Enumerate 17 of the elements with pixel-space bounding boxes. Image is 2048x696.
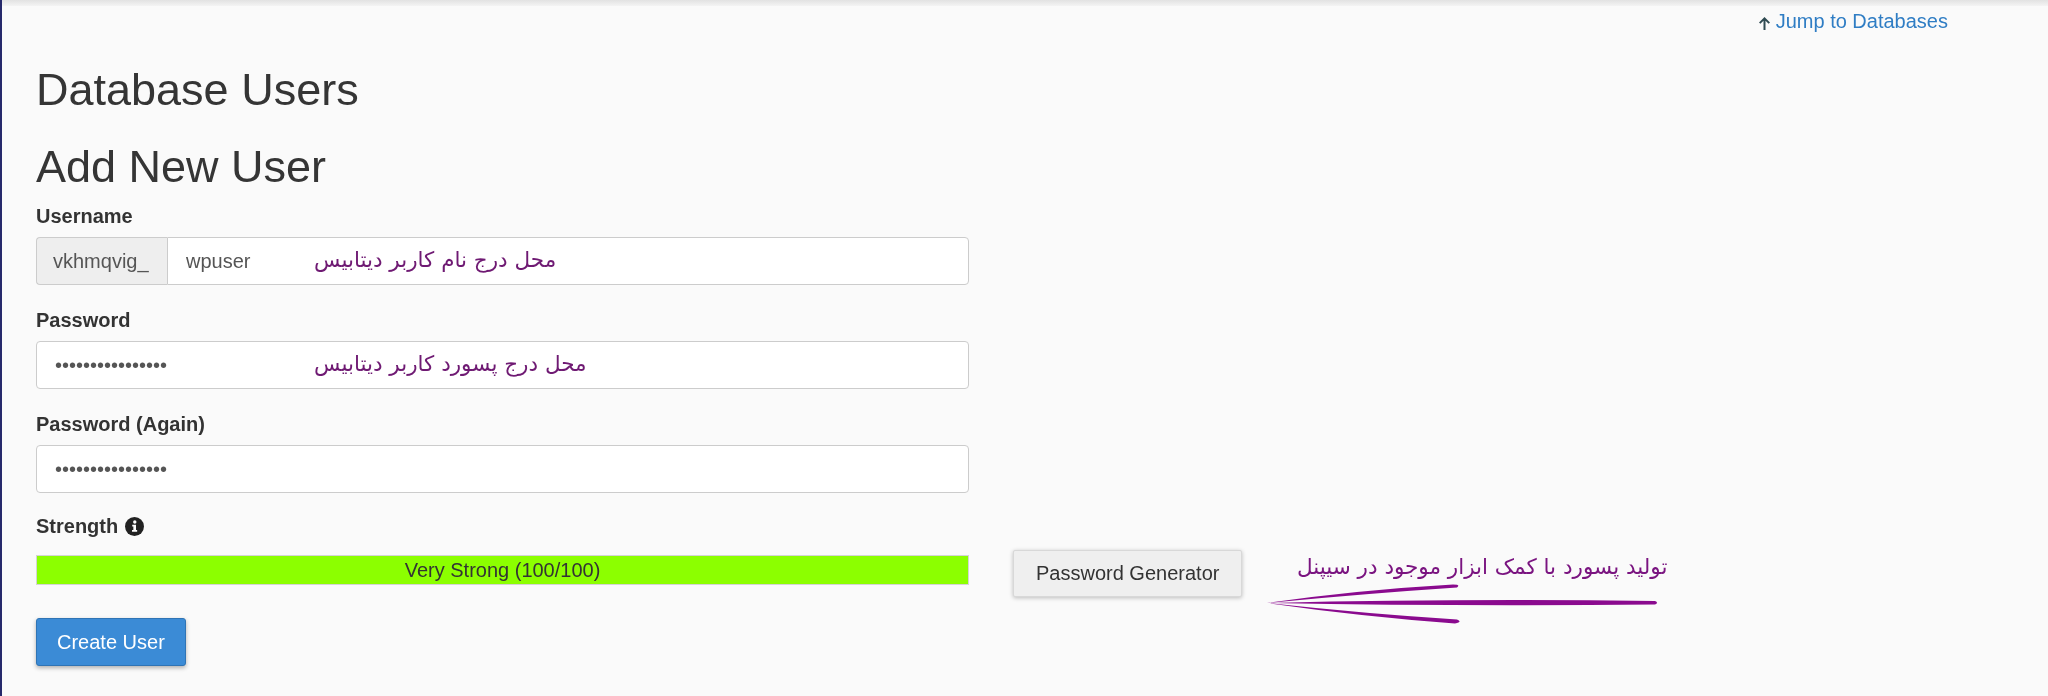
page-title: Database Users xyxy=(36,63,359,117)
section-title: Add New User xyxy=(36,140,327,194)
password-field[interactable]: •••••••••••••••• xyxy=(36,445,969,493)
arrow-up-icon xyxy=(1758,16,1770,30)
strength-label: Strength xyxy=(36,514,119,538)
jump-link[interactable]: Jump to Databases xyxy=(1758,9,1948,33)
info-icon[interactable] xyxy=(125,517,145,536)
field-label: Password xyxy=(36,308,131,332)
create-user-button[interactable]: Create User xyxy=(36,618,186,666)
field-label: Username xyxy=(36,204,133,228)
annotation-text: محل درج نام کاربر دیتابیس xyxy=(314,246,557,275)
annotation-text: تولید پسورد با کمک ابزار موجود در سیپنل xyxy=(1297,553,1668,581)
field-label: Password (Again) xyxy=(36,412,205,436)
password-generator-button[interactable]: Password Generator xyxy=(1013,550,1243,597)
strength-reading: Very Strong (100/100) xyxy=(404,558,601,582)
prefix-label: vkhmqvig_ xyxy=(36,237,167,285)
annotation-text: محل درج پسورد کاربر دیتابیس xyxy=(314,350,587,379)
